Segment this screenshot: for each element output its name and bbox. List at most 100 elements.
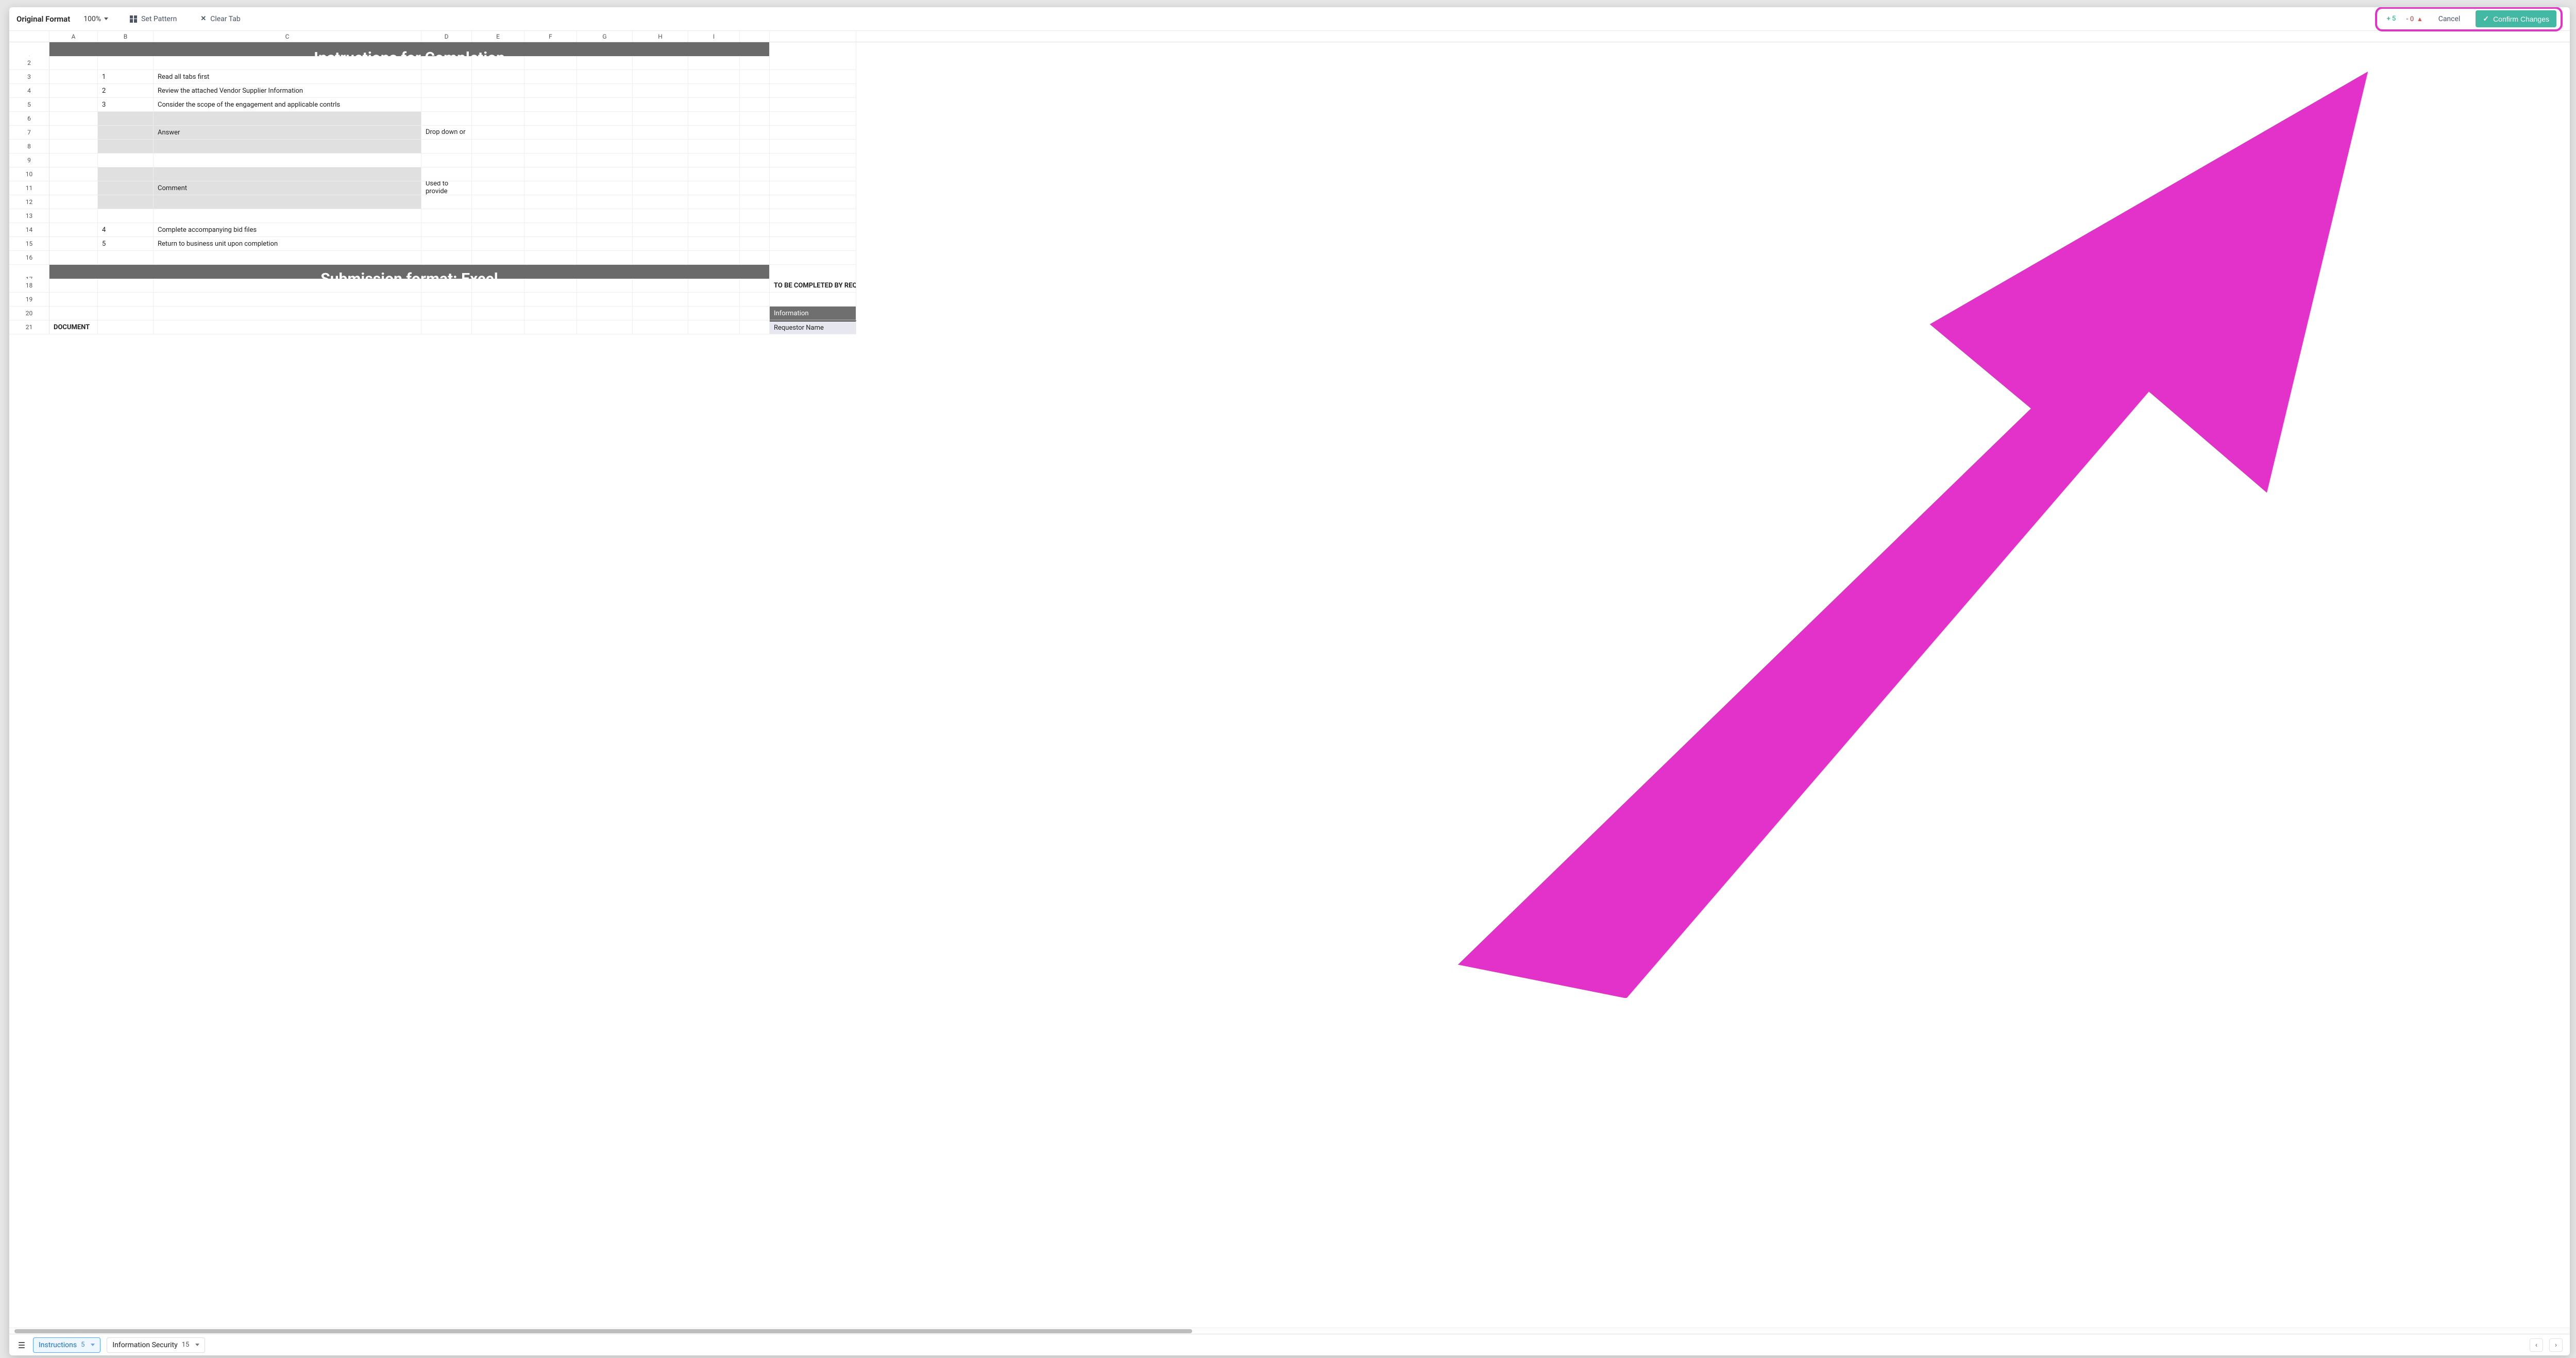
cell-A7[interactable]: [49, 126, 98, 140]
row-header-12[interactable]: 12: [9, 195, 49, 209]
cell-G4[interactable]: [577, 84, 633, 98]
cell-D7[interactable]: Drop down or: [421, 126, 472, 140]
cell-A18[interactable]: [49, 279, 98, 293]
cell-C4[interactable]: Review the attached Vendor Supplier Info…: [154, 84, 421, 98]
cell-E20[interactable]: [472, 307, 524, 320]
cell-H2[interactable]: [633, 56, 688, 70]
cell-B21[interactable]: [98, 320, 154, 334]
cell-G3[interactable]: [577, 70, 633, 84]
cell-H18[interactable]: [633, 279, 688, 293]
cell-F16[interactable]: [524, 251, 577, 265]
cell-D15[interactable]: [421, 237, 472, 251]
cell-H10[interactable]: [633, 167, 688, 181]
row-header-7[interactable]: 7: [9, 126, 49, 140]
cell-K12[interactable]: [770, 195, 856, 209]
cell-C21[interactable]: [154, 320, 421, 334]
cell-D3[interactable]: [421, 70, 472, 84]
scroll-tabs-left[interactable]: ‹: [2530, 1338, 2543, 1352]
cell-F5[interactable]: [524, 98, 577, 112]
cell-J2[interactable]: [740, 56, 770, 70]
cell-G14[interactable]: [577, 223, 633, 237]
cell-D10[interactable]: [421, 167, 472, 181]
cell-G6[interactable]: [577, 112, 633, 126]
cell-A14[interactable]: [49, 223, 98, 237]
cell-B18[interactable]: [98, 279, 154, 293]
cell-E8[interactable]: [472, 140, 524, 154]
cell-B2[interactable]: [98, 56, 154, 70]
cell-E11[interactable]: [472, 181, 524, 195]
cell-G13[interactable]: [577, 209, 633, 223]
cell-A6[interactable]: [49, 112, 98, 126]
cell-B7[interactable]: [98, 126, 154, 140]
col-header-I[interactable]: I: [688, 31, 740, 42]
row-header-21[interactable]: 21: [9, 320, 49, 334]
cell-J8[interactable]: [740, 140, 770, 154]
cell-F15[interactable]: [524, 237, 577, 251]
cell-E18[interactable]: [472, 279, 524, 293]
cell-C8[interactable]: [154, 140, 421, 154]
cell-K10[interactable]: [770, 167, 856, 181]
cell-I6[interactable]: [688, 112, 740, 126]
cell-H16[interactable]: [633, 251, 688, 265]
col-header-blank2[interactable]: [770, 31, 856, 42]
cell-C20[interactable]: [154, 307, 421, 320]
cell-H7[interactable]: [633, 126, 688, 140]
cell-I10[interactable]: [688, 167, 740, 181]
cell-K21[interactable]: Requestor Name: [770, 320, 856, 334]
cell-F12[interactable]: [524, 195, 577, 209]
cell-G9[interactable]: [577, 154, 633, 167]
row-header-11[interactable]: 11: [9, 181, 49, 195]
cell-K9[interactable]: [770, 154, 856, 167]
col-header-A[interactable]: A: [49, 31, 98, 42]
cell-E9[interactable]: [472, 154, 524, 167]
cell-F11[interactable]: [524, 181, 577, 195]
cell-B19[interactable]: [98, 293, 154, 307]
cell-I4[interactable]: [688, 84, 740, 98]
all-sheets-button[interactable]: [16, 1340, 27, 1350]
cell-F19[interactable]: [524, 293, 577, 307]
clear-tab-button[interactable]: ✕ Clear Tab: [194, 12, 246, 26]
cell-H3[interactable]: [633, 70, 688, 84]
cell-D4[interactable]: [421, 84, 472, 98]
cancel-button[interactable]: Cancel: [2433, 12, 2466, 26]
cell-C18[interactable]: [154, 279, 421, 293]
cell-F13[interactable]: [524, 209, 577, 223]
col-header-G[interactable]: G: [577, 31, 633, 42]
cell-K6[interactable]: [770, 112, 856, 126]
cell-C16[interactable]: [154, 251, 421, 265]
cell-B3[interactable]: 1: [98, 70, 154, 84]
row-header-6[interactable]: 6: [9, 112, 49, 126]
cell-K19[interactable]: [770, 293, 856, 307]
cell-I21[interactable]: [688, 320, 740, 334]
scrollbar-thumb[interactable]: [14, 1329, 1192, 1333]
cell-I9[interactable]: [688, 154, 740, 167]
cell-G15[interactable]: [577, 237, 633, 251]
tab-information-security[interactable]: Information Security 15: [107, 1337, 205, 1353]
cell-B4[interactable]: 2: [98, 84, 154, 98]
cell-C11[interactable]: Comment: [154, 181, 421, 195]
cell-C6[interactable]: [154, 112, 421, 126]
cell-A10[interactable]: [49, 167, 98, 181]
cell-I14[interactable]: [688, 223, 740, 237]
cell-J6[interactable]: [740, 112, 770, 126]
zoom-dropdown[interactable]: 100%: [79, 13, 112, 25]
cell-C9[interactable]: [154, 154, 421, 167]
row-header-3[interactable]: 3: [9, 70, 49, 84]
confirm-changes-button[interactable]: ✓ Confirm Changes: [2476, 10, 2556, 27]
cell-B9[interactable]: [98, 154, 154, 167]
cell-K3[interactable]: [770, 70, 856, 84]
row-header-14[interactable]: 14: [9, 223, 49, 237]
cell-K14[interactable]: [770, 223, 856, 237]
row-header-16[interactable]: 16: [9, 251, 49, 265]
cell-E10[interactable]: [472, 167, 524, 181]
cell-I2[interactable]: [688, 56, 740, 70]
cell-G11[interactable]: [577, 181, 633, 195]
cell-A20[interactable]: [49, 307, 98, 320]
cell-K11[interactable]: [770, 181, 856, 195]
cell-J20[interactable]: [740, 307, 770, 320]
cell-J3[interactable]: [740, 70, 770, 84]
cell-E3[interactable]: [472, 70, 524, 84]
cell-J15[interactable]: [740, 237, 770, 251]
cell-A21[interactable]: DOCUMENT: [49, 320, 98, 334]
col-header-C[interactable]: C: [154, 31, 421, 42]
